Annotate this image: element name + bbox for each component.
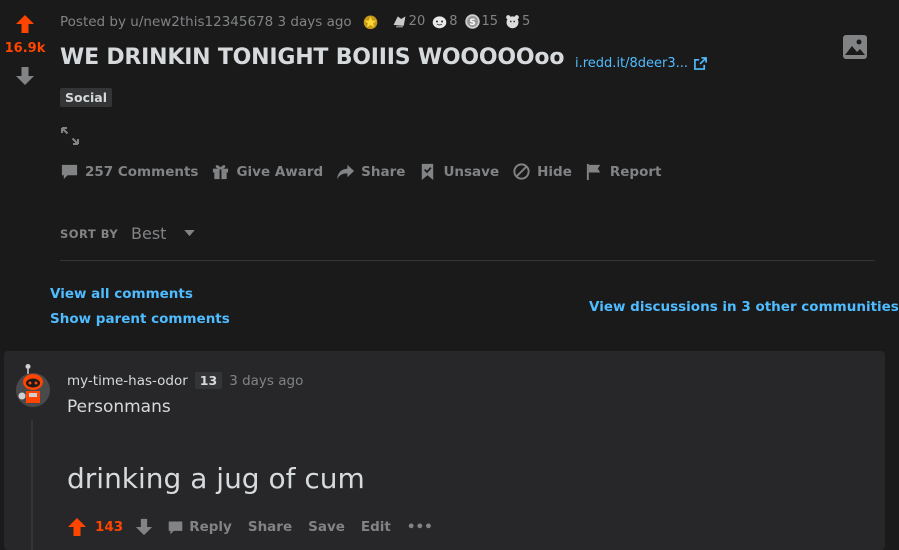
upvote-arrow-icon <box>16 15 34 33</box>
posted-by-label: Posted by <box>60 13 126 30</box>
sort-by-label: SORT BY <box>60 227 119 241</box>
helpful-award-icon[interactable]: 20 <box>391 13 425 30</box>
comment-downvote-button[interactable] <box>135 518 153 536</box>
downvote-arrow-icon <box>16 67 34 85</box>
comment-share-button[interactable]: Share <box>248 519 292 535</box>
more-options-icon[interactable]: ••• <box>407 519 433 535</box>
reply-label: Reply <box>189 519 232 535</box>
comment-score: 143 <box>95 519 124 535</box>
other-discussions-link[interactable]: View discussions in 3 other communities <box>589 299 899 315</box>
divider <box>60 260 875 261</box>
post-actions: 257 Comments Give Award Share Unsave Hid… <box>60 162 674 181</box>
upvote-arrow-icon <box>68 518 86 536</box>
comment-user-flair: 13 <box>194 372 223 389</box>
share-button[interactable]: Share <box>336 162 405 181</box>
hide-button[interactable]: Hide <box>512 162 572 181</box>
comment-icon <box>61 164 78 180</box>
domain-text: i.redd.it/8deer3... <box>575 56 689 71</box>
thread-line[interactable] <box>31 420 33 550</box>
comment-edit-button[interactable]: Edit <box>361 519 391 535</box>
silver-coin-award-icon[interactable]: S 15 <box>464 13 498 30</box>
comment-header: my-time-has-odor 13 3 days ago <box>67 372 303 389</box>
comment-text-line: Personmans <box>67 397 171 417</box>
comment-text-heading: drinking a jug of cum <box>67 462 365 495</box>
hide-label: Hide <box>537 163 572 180</box>
gift-icon <box>213 165 229 180</box>
unsave-label: Unsave <box>443 163 500 180</box>
comments-label: 257 Comments <box>85 163 199 180</box>
svg-text:S: S <box>469 18 475 28</box>
post-score: 16.9k <box>4 41 46 56</box>
report-label: Report <box>609 163 662 180</box>
unsave-button[interactable]: Unsave <box>418 162 499 181</box>
avatar[interactable] <box>13 363 53 409</box>
post-domain-link[interactable]: i.redd.it/8deer3... <box>575 56 707 71</box>
comment-time[interactable]: 3 days ago <box>229 373 303 389</box>
flag-icon <box>586 163 601 181</box>
external-link-icon <box>694 57 707 70</box>
report-button[interactable]: Report <box>585 162 662 181</box>
downvote-arrow-icon <box>136 518 153 536</box>
reply-button[interactable]: Reply <box>167 519 232 536</box>
comment-actions: 143 Reply Share Save Edit ••• <box>67 517 449 537</box>
image-thumbnail-icon[interactable] <box>842 34 868 60</box>
upvote-button[interactable] <box>15 14 35 34</box>
post-title[interactable]: WE DRINKIN TONIGHT BOIIIS WOOOOOoo <box>60 45 564 70</box>
snoo-avatar-icon <box>16 364 50 407</box>
comments-button[interactable]: 257 Comments <box>60 162 198 181</box>
comment-author-link[interactable]: my-time-has-odor <box>67 373 188 389</box>
comment-save-button[interactable]: Save <box>308 519 345 535</box>
give-award-button[interactable]: Give Award <box>211 162 323 181</box>
post-flair[interactable]: Social <box>60 88 113 107</box>
chevron-down-icon <box>184 230 196 237</box>
wholesome-award-icon[interactable]: 8 <box>431 13 458 30</box>
sort-value: Best <box>131 224 167 243</box>
expand-icon[interactable] <box>60 126 80 146</box>
downvote-button[interactable] <box>15 66 35 86</box>
share-label: Share <box>361 163 406 180</box>
view-all-comments-link[interactable]: View all comments <box>50 286 193 302</box>
show-parent-comments-link[interactable]: Show parent comments <box>50 311 230 327</box>
bookmark-icon <box>422 163 434 181</box>
sort-dropdown[interactable]: Best <box>131 224 196 243</box>
gold-award-icon[interactable] <box>362 13 379 30</box>
give-award-label: Give Award <box>236 163 324 180</box>
comment-upvote-button[interactable] <box>67 517 87 537</box>
bear-award-icon[interactable]: 5 <box>504 13 530 30</box>
post-author-link[interactable]: u/new2this12345678 <box>130 14 273 30</box>
hide-icon <box>513 163 530 180</box>
post-time: 3 days ago <box>277 13 352 30</box>
post-meta: Posted by u/new2this12345678 3 days ago … <box>60 13 530 30</box>
share-icon <box>337 164 355 180</box>
comment-icon <box>168 521 183 534</box>
